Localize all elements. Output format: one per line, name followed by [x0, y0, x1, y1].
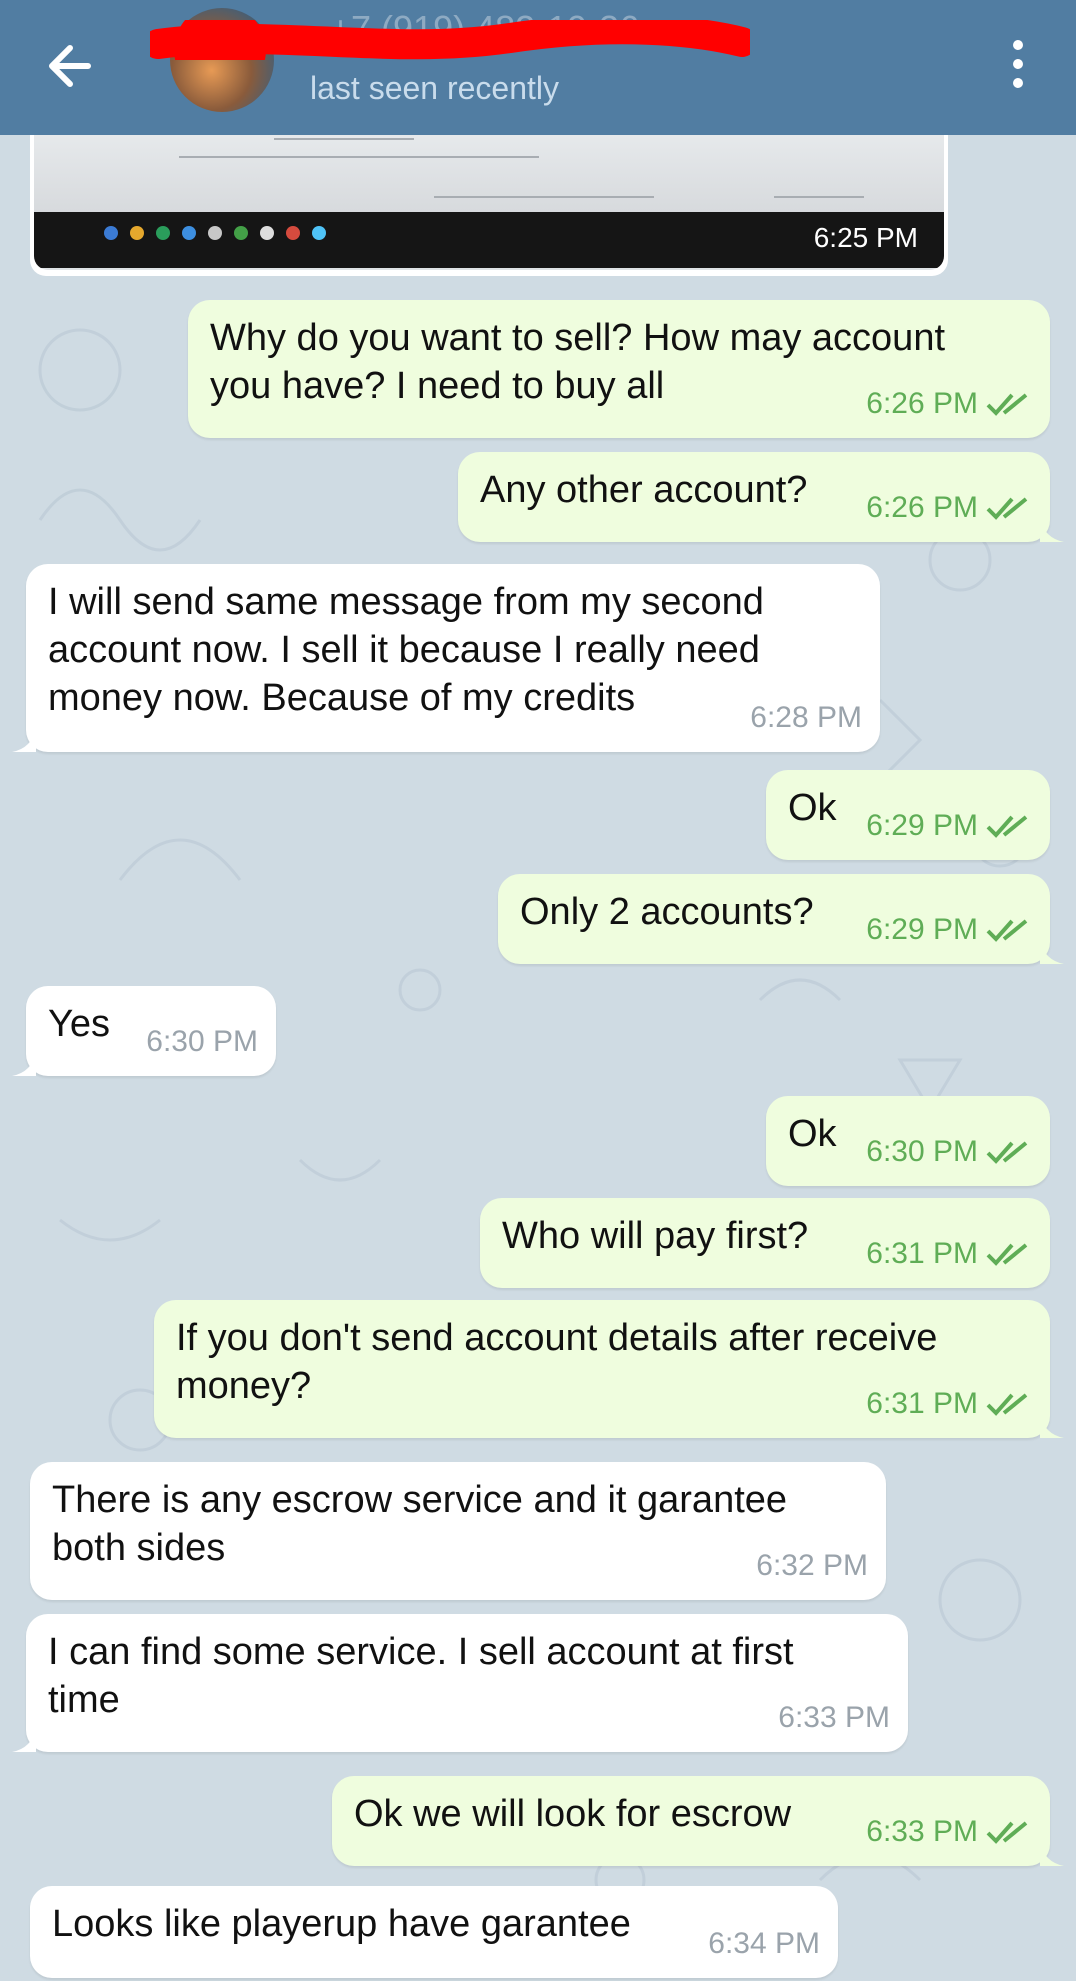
outgoing-message[interactable]: If you don't send account details after …	[154, 1300, 1064, 1438]
message-text: Looks like playerup have garantee	[52, 1903, 631, 1945]
photo-message[interactable]: 6:25 PM	[30, 120, 948, 276]
bubble-tail	[1040, 940, 1064, 964]
outgoing-message[interactable]: Only 2 accounts? 6:29 PM	[498, 874, 1064, 964]
chat-header: +7 (919) 482-19-36 last seen recently	[0, 0, 1076, 135]
double-check-icon	[986, 1821, 1028, 1844]
bubble-tail	[1040, 518, 1064, 542]
incoming-message[interactable]: I will send same message from my second …	[12, 564, 880, 752]
outgoing-message[interactable]: Ok we will look for escrow 6:33 PM	[332, 1776, 1064, 1866]
message-time: 6:34 PM	[708, 1927, 820, 1960]
message-meta: 6:30 PM	[146, 1018, 258, 1066]
double-check-icon	[986, 497, 1028, 520]
bubble-tail	[1040, 1842, 1064, 1866]
bubble-tail	[12, 1052, 36, 1076]
message-text: I will send same message from my second …	[48, 581, 764, 719]
message-meta: 6:32 PM	[756, 1542, 868, 1590]
message-time: 6:26 PM	[866, 491, 978, 524]
message-meta: 6:33 PM	[866, 1808, 1032, 1856]
message-meta: 6:28 PM	[750, 694, 862, 742]
more-vertical-icon[interactable]	[1000, 34, 1036, 98]
message-meta: 6:26 PM	[866, 484, 1032, 532]
incoming-message[interactable]: I can find some service. I sell account …	[12, 1614, 908, 1752]
double-check-icon	[986, 1243, 1028, 1266]
message-text: I can find some service. I sell account …	[48, 1631, 794, 1721]
outgoing-message[interactable]: Any other account? 6:26 PM	[458, 452, 1064, 542]
message-time: 6:26 PM	[866, 387, 978, 420]
message-meta: 6:29 PM	[866, 802, 1032, 850]
message-meta: 6:33 PM	[778, 1694, 890, 1742]
redaction-scribble	[150, 20, 750, 60]
incoming-message[interactable]: There is any escrow service and it garan…	[30, 1462, 886, 1600]
message-meta: 6:26 PM	[866, 380, 1032, 428]
message-text: There is any escrow service and it garan…	[52, 1479, 788, 1569]
message-time: 6:30 PM	[146, 1025, 258, 1058]
outgoing-message[interactable]: Who will pay first? 6:31 PM	[480, 1198, 1050, 1288]
message-time: 6:31 PM	[866, 1387, 978, 1420]
double-check-icon	[986, 815, 1028, 838]
bubble-tail	[12, 1728, 36, 1752]
message-meta: 6:30 PM	[866, 1128, 1032, 1176]
message-time: 6:31 PM	[866, 1237, 978, 1270]
incoming-message[interactable]: Looks like playerup have garantee 6:34 P…	[30, 1886, 838, 1978]
message-meta: 6:29 PM	[866, 906, 1032, 954]
outgoing-message[interactable]: Why do you want to sell? How may account…	[188, 300, 1050, 438]
bubble-tail	[12, 728, 36, 752]
message-time: 6:28 PM	[750, 701, 862, 734]
message-time: 6:33 PM	[778, 1701, 890, 1734]
message-time: 6:32 PM	[756, 1549, 868, 1582]
double-check-icon	[986, 1393, 1028, 1416]
message-time: 6:25 PM	[813, 222, 918, 253]
message-meta: 6:31 PM	[866, 1380, 1032, 1428]
double-check-icon	[986, 1141, 1028, 1164]
double-check-icon	[986, 919, 1028, 942]
message-meta: 6:34 PM	[708, 1920, 820, 1968]
arrow-left-icon[interactable]	[40, 34, 104, 98]
outgoing-message[interactable]: Ok 6:29 PM	[766, 770, 1050, 860]
bubble-tail	[1040, 1414, 1064, 1438]
incoming-message[interactable]: Yes 6:30 PM	[12, 986, 276, 1076]
message-meta: 6:31 PM	[866, 1230, 1032, 1278]
message-time: 6:29 PM	[866, 913, 978, 946]
message-time: 6:33 PM	[866, 1815, 978, 1848]
double-check-icon	[986, 393, 1028, 416]
message-time: 6:30 PM	[866, 1135, 978, 1168]
taskbar	[34, 212, 944, 268]
screenshot-image: 6:25 PM	[34, 120, 944, 270]
last-seen-status: last seen recently	[310, 70, 560, 106]
outgoing-message[interactable]: Ok 6:30 PM	[766, 1096, 1050, 1186]
message-time: 6:29 PM	[866, 809, 978, 842]
